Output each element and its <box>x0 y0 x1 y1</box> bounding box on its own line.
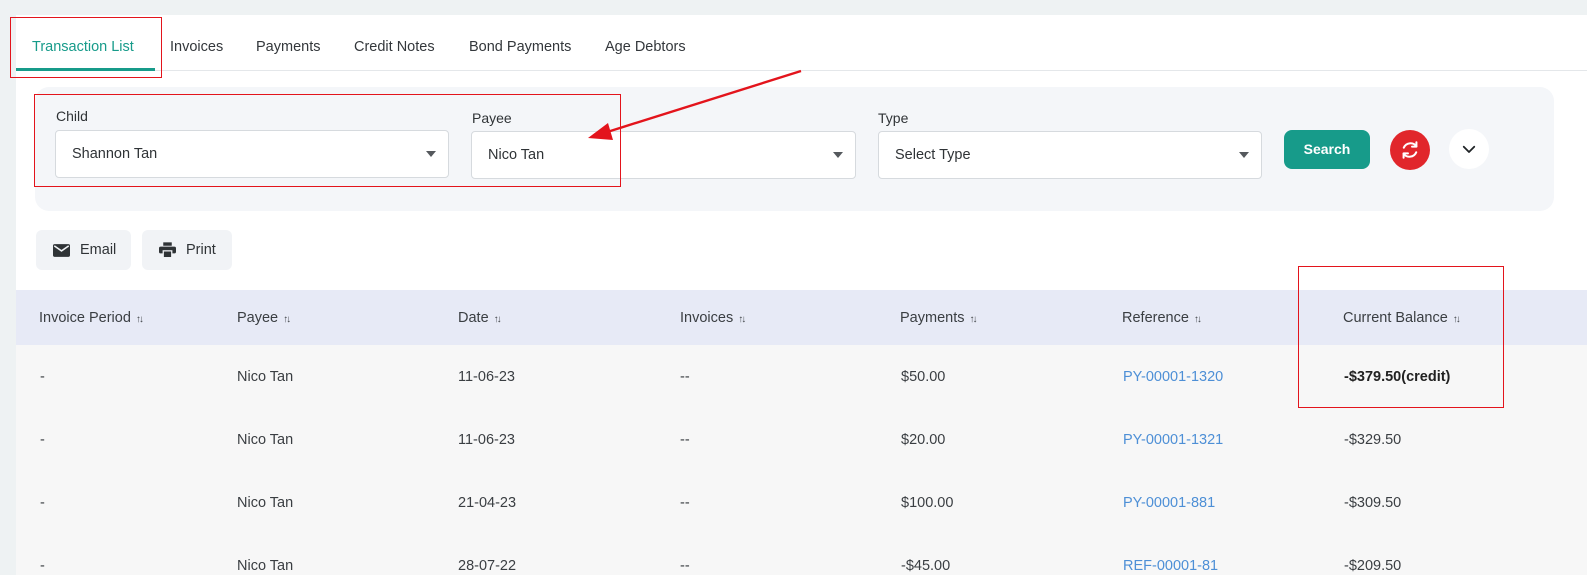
child-select[interactable]: Shannon Tan <box>55 130 449 178</box>
cell-payments: $20.00 <box>901 432 946 448</box>
chevron-down-icon <box>833 152 843 158</box>
cell-date: 21-04-23 <box>458 495 517 511</box>
cell-payments: $50.00 <box>901 369 946 385</box>
print-button[interactable]: Print <box>142 230 232 270</box>
child-select-value: Shannon Tan <box>72 146 158 162</box>
cell-current-balance: -$209.50 <box>1344 558 1402 574</box>
chevron-down-icon <box>1239 152 1249 158</box>
annotation-arrow <box>588 69 802 140</box>
table-row: - Nico Tan 21-04-23 -- $100.00 PY-00001-… <box>16 471 1587 534</box>
column-current-balance[interactable]: Current Balance ↑↓ <box>1343 290 1461 345</box>
tab-age-debtors[interactable]: Age Debtors <box>605 15 686 71</box>
cell-payments: $100.00 <box>901 495 954 511</box>
table-body: - Nico Tan 11-06-23 -- $50.00 PY-00001-1… <box>16 345 1587 575</box>
table-row: - Nico Tan 11-06-23 -- $20.00 PY-00001-1… <box>16 408 1587 471</box>
reference-link[interactable]: PY-00001-1320 <box>1123 345 1223 408</box>
cell-invoice-period: - <box>40 495 45 511</box>
type-select-value: Select Type <box>895 147 971 163</box>
cell-current-balance: -$329.50 <box>1344 432 1402 448</box>
column-payee[interactable]: Payee ↑↓ <box>237 290 291 345</box>
sort-icon: ↑↓ <box>283 314 291 325</box>
email-button[interactable]: Email <box>36 230 131 270</box>
table-header: Invoice Period ↑↓ Payee ↑↓ Date ↑↓ Invoices… <box>16 290 1587 345</box>
chevron-down-icon <box>1462 145 1476 153</box>
reset-button[interactable] <box>1390 130 1430 170</box>
reference-link[interactable]: REF-00001-81 <box>1123 534 1218 575</box>
cell-payee: Nico Tan <box>237 495 294 511</box>
sort-icon: ↑↓ <box>1193 314 1202 325</box>
tab-transaction-list[interactable]: Transaction List <box>32 15 134 71</box>
expand-filters-button[interactable] <box>1449 129 1489 169</box>
sort-icon: ↑↓ <box>738 314 746 325</box>
cell-current-balance: -$309.50 <box>1344 495 1402 511</box>
search-button[interactable]: Search <box>1284 130 1370 169</box>
cell-invoice-period: - <box>40 369 45 385</box>
payee-select-value: Nico Tan <box>488 147 545 163</box>
tab-bar: Transaction List Invoices Payments Credi… <box>16 15 1587 71</box>
cell-payee: Nico Tan <box>237 432 294 448</box>
payee-label: Payee <box>472 110 512 126</box>
column-payments[interactable]: Payments ↑↓ <box>900 290 977 345</box>
type-label: Type <box>878 110 909 126</box>
type-select[interactable]: Select Type <box>878 131 1262 179</box>
cell-payments: -$45.00 <box>901 558 951 574</box>
tab-bond-payments[interactable]: Bond Payments <box>469 15 571 71</box>
refresh-icon <box>1402 141 1418 159</box>
column-invoices[interactable]: Invoices ↑↓ <box>680 290 746 345</box>
chevron-down-icon <box>426 151 436 157</box>
cell-invoices: -- <box>680 558 690 574</box>
sort-icon: ↑↓ <box>969 314 977 325</box>
reference-link[interactable]: PY-00001-1321 <box>1123 408 1223 471</box>
table-row: - Nico Tan 28-07-22 -- -$45.00 REF-00001… <box>16 534 1587 575</box>
printer-icon <box>159 242 176 258</box>
sort-icon: ↑↓ <box>493 314 502 325</box>
sort-icon: ↑↓ <box>135 314 144 325</box>
column-reference[interactable]: Reference ↑↓ <box>1122 290 1202 345</box>
table-row: - Nico Tan 11-06-23 -- $50.00 PY-00001-1… <box>16 345 1587 408</box>
cell-payee: Nico Tan <box>237 369 294 385</box>
cell-invoice-period: - <box>40 558 45 574</box>
cell-invoices: -- <box>680 495 690 511</box>
child-label: Child <box>56 108 88 124</box>
column-invoice-period[interactable]: Invoice Period ↑↓ <box>39 290 144 345</box>
cell-date: 11-06-23 <box>458 432 515 448</box>
cell-date: 28-07-22 <box>458 558 517 574</box>
email-label: Email <box>80 242 117 258</box>
print-label: Print <box>186 242 216 258</box>
tab-payments[interactable]: Payments <box>256 15 320 71</box>
cell-current-balance: -$379.50(credit) <box>1344 369 1451 385</box>
reference-link[interactable]: PY-00001-881 <box>1123 471 1215 534</box>
mail-icon <box>53 243 70 257</box>
column-date[interactable]: Date ↑↓ <box>458 290 502 345</box>
sort-icon: ↑↓ <box>1452 314 1461 325</box>
cell-payee: Nico Tan <box>237 558 294 574</box>
tab-credit-notes[interactable]: Credit Notes <box>354 15 435 71</box>
cell-date: 11-06-23 <box>458 369 515 385</box>
cell-invoices: -- <box>680 369 690 385</box>
active-tab-indicator <box>16 68 155 71</box>
tab-invoices[interactable]: Invoices <box>170 15 223 71</box>
cell-invoice-period: - <box>40 432 45 448</box>
cell-invoices: -- <box>680 432 690 448</box>
